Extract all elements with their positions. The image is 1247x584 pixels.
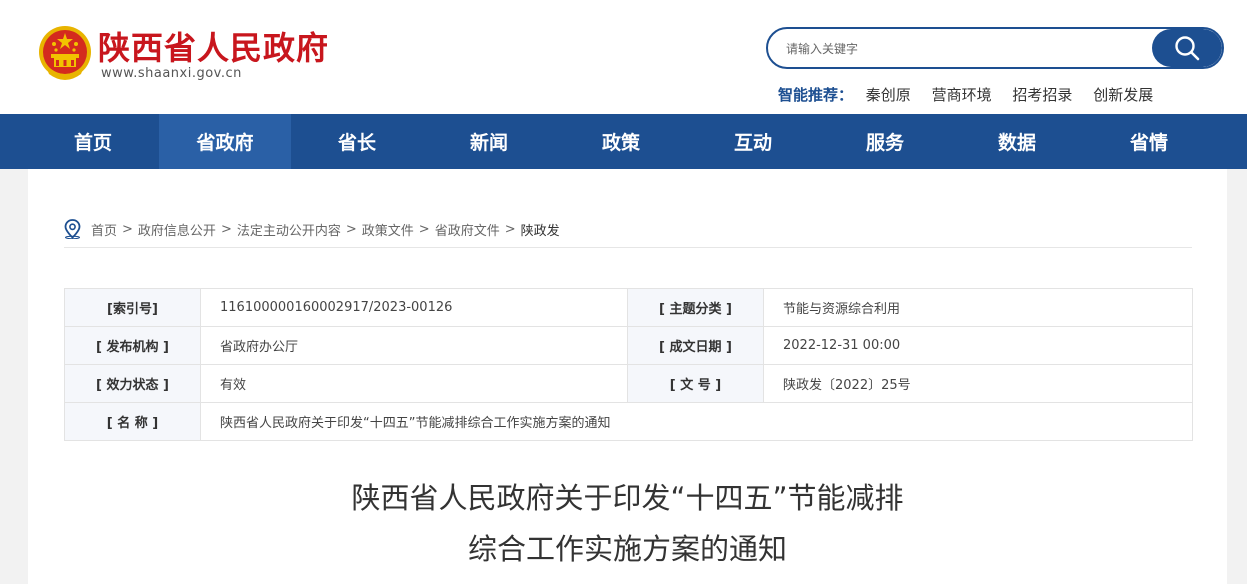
issuing-agency-value: 省政府办公厅 (200, 326, 628, 365)
breadcrumb-separator: > (504, 221, 516, 237)
search-input[interactable] (784, 37, 1148, 61)
topic-category-value: 节能与资源综合利用 (763, 288, 1193, 327)
national-emblem-icon[interactable] (37, 24, 93, 82)
nav-item-interaction[interactable]: 互动 (687, 114, 819, 169)
index-number-value: 116100000160002917/2023-00126 (200, 288, 628, 327)
site-title[interactable]: 陕西省人民政府 (98, 28, 329, 68)
breadcrumb-link-government-documents[interactable]: 省政府文件 (435, 220, 500, 239)
index-number-label: [索引号] (64, 288, 201, 327)
smart-keyword-link[interactable]: 营商环境 (932, 86, 992, 104)
search-box (766, 27, 1224, 69)
nav-item-policy[interactable]: 政策 (555, 114, 687, 169)
smart-keyword-link[interactable]: 招考招录 (1012, 86, 1072, 104)
breadcrumb-link-info-disclosure[interactable]: 政府信息公开 (138, 220, 216, 239)
topic-category-label: [ 主题分类 ] (627, 288, 764, 327)
breadcrumb-separator: > (418, 221, 430, 237)
table-row: [ 名 称 ] 陕西省人民政府关于印发“十四五”节能减排综合工作实施方案的通知 (64, 402, 1193, 441)
nav-item-home[interactable]: 首页 (27, 114, 159, 169)
smart-keyword-link[interactable]: 秦创原 (866, 86, 911, 104)
nav-item-provincial-government[interactable]: 省政府 (159, 114, 291, 169)
breadcrumb: 首页 > 政府信息公开 > 法定主动公开内容 > 政策文件 > 省政府文件 > … (64, 219, 560, 239)
nav-item-news[interactable]: 新闻 (423, 114, 555, 169)
nav-item-governor[interactable]: 省长 (291, 114, 423, 169)
validity-status-label: [ 效力状态 ] (64, 364, 201, 403)
document-number-label: [ 文 号 ] (627, 364, 764, 403)
content-panel: 首页 > 政府信息公开 > 法定主动公开内容 > 政策文件 > 省政府文件 > … (28, 169, 1227, 584)
document-number-value: 陕政发〔2022〕25号 (763, 364, 1193, 403)
nav-item-province-info[interactable]: 省情 (1083, 114, 1215, 169)
breadcrumb-separator: > (122, 221, 133, 237)
breadcrumb-separator: > (345, 221, 357, 237)
smart-keyword-link[interactable]: 创新发展 (1093, 86, 1153, 104)
document-name-label: [ 名 称 ] (64, 402, 201, 441)
document-title-line: 陕西省人民政府关于印发“十四五”节能减排 (351, 481, 904, 515)
breadcrumb-link-home[interactable]: 首页 (91, 220, 117, 239)
table-row: [ 效力状态 ] 有效 [ 文 号 ] 陕政发〔2022〕25号 (64, 364, 1193, 403)
written-date-value: 2022-12-31 00:00 (763, 326, 1193, 365)
document-meta-table: [索引号] 116100000160002917/2023-00126 [ 主题… (64, 288, 1193, 441)
site-url: www.shaanxi.gov.cn (101, 66, 242, 81)
site-header: 陕西省人民政府 www.shaanxi.gov.cn 智能推荐： 秦创原 营商环… (0, 0, 1247, 114)
validity-status-value: 有效 (200, 364, 628, 403)
main-nav: 首页 省政府 省长 新闻 政策 互动 服务 数据 省情 (0, 114, 1247, 169)
nav-item-data[interactable]: 数据 (951, 114, 1083, 169)
document-name-value: 陕西省人民政府关于印发“十四五”节能减排综合工作实施方案的通知 (200, 402, 1193, 441)
smart-recommend-label: 智能推荐： (778, 86, 854, 104)
nav-item-services[interactable]: 服务 (819, 114, 951, 169)
issuing-agency-label: [ 发布机构 ] (64, 326, 201, 365)
breadcrumb-separator: > (220, 221, 232, 237)
document-title: 陕西省人民政府关于印发“十四五”节能减排 综合工作实施方案的通知 (28, 473, 1227, 575)
location-pin-icon (64, 219, 81, 239)
breadcrumb-link-policy-documents[interactable]: 政策文件 (362, 220, 414, 239)
breadcrumb-divider (64, 247, 1192, 248)
table-row: [索引号] 116100000160002917/2023-00126 [ 主题… (64, 288, 1193, 327)
breadcrumb-current[interactable]: 陕政发 (521, 220, 560, 239)
search-icon (1175, 36, 1200, 61)
written-date-label: [ 成文日期 ] (627, 326, 764, 365)
table-row: [ 发布机构 ] 省政府办公厅 [ 成文日期 ] 2022-12-31 00:0… (64, 326, 1193, 365)
smart-recommend: 智能推荐： 秦创原 营商环境 招考招录 创新发展 (778, 84, 1169, 105)
document-title-line: 综合工作实施方案的通知 (467, 532, 787, 566)
search-button[interactable] (1152, 29, 1222, 67)
breadcrumb-link-statutory-content[interactable]: 法定主动公开内容 (237, 220, 341, 239)
